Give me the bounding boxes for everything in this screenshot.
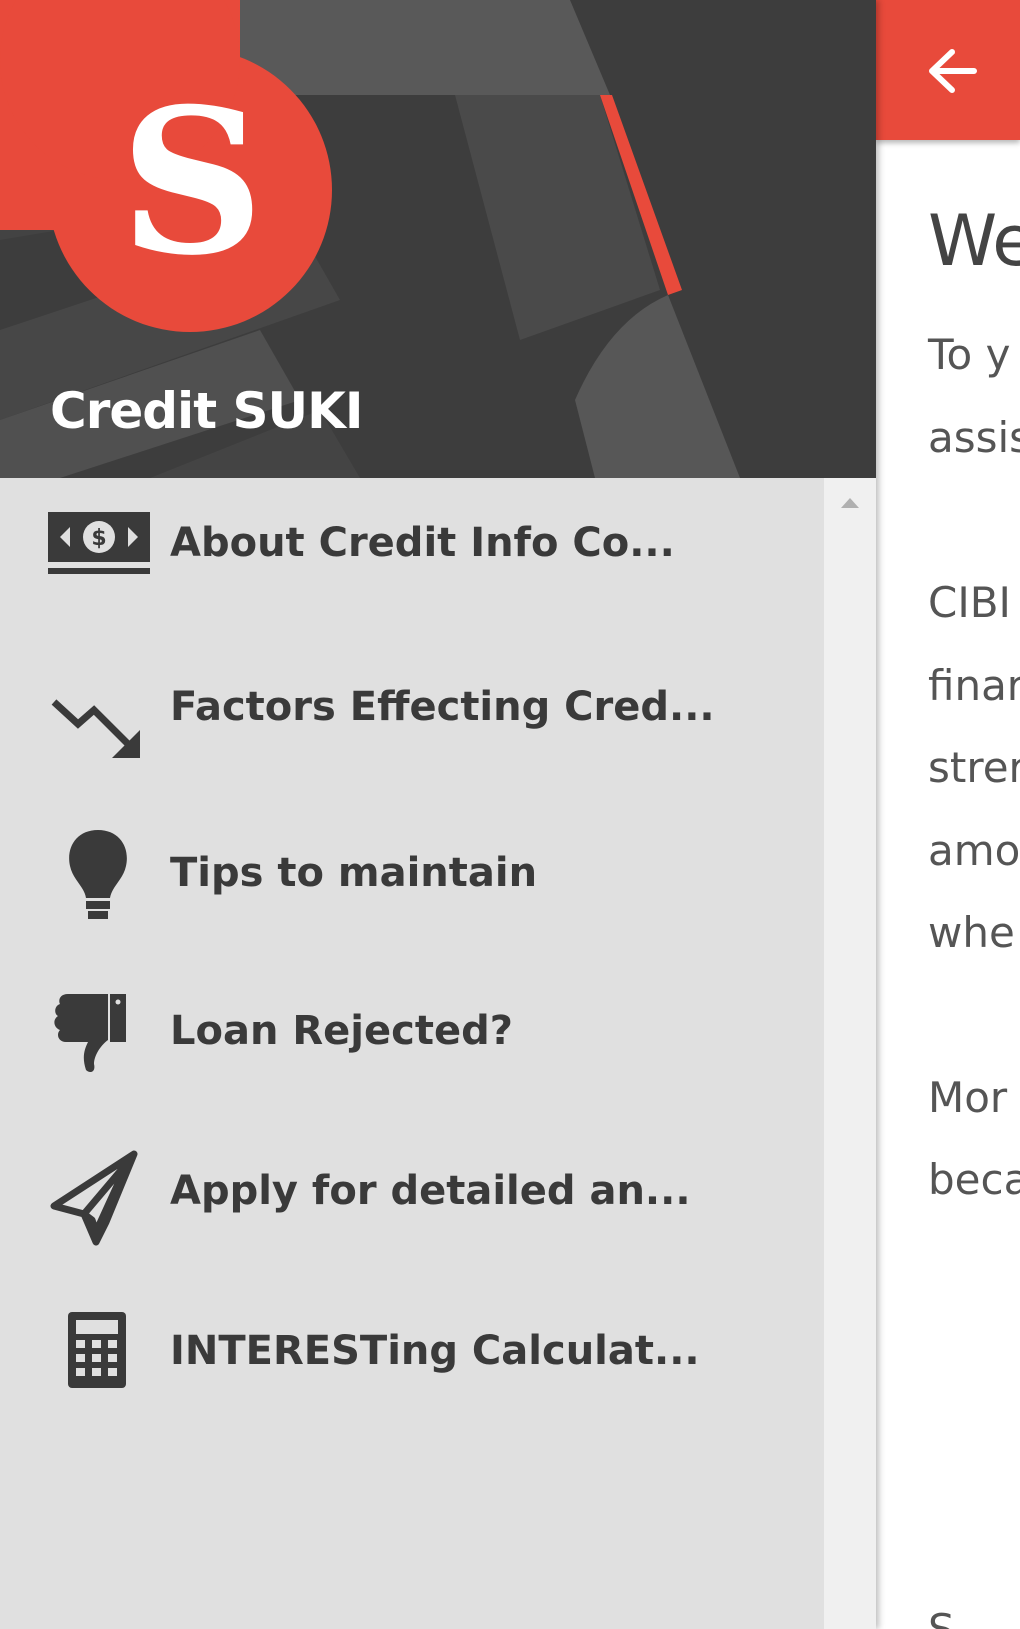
menu-item-label: Tips to maintain: [170, 850, 538, 896]
content-line: Mor: [928, 1073, 1008, 1122]
app-logo: S: [0, 0, 332, 332]
main-content: We To y assis CIBI finar strer amo whe M…: [876, 0, 1020, 1629]
content-line: CIBI: [928, 578, 1011, 627]
scroll-up-arrow-icon[interactable]: [840, 496, 860, 510]
svg-text:$: $: [91, 526, 106, 551]
calculator-icon: [68, 1312, 126, 1388]
menu-item-label: Loan Rejected?: [170, 1008, 513, 1054]
svg-text:S: S: [120, 65, 264, 300]
menu-item-calculator[interactable]: INTERESTing Calculat...: [0, 1278, 824, 1428]
drawer-menu: $ About Credit Info Co... Factors Effect…: [0, 478, 824, 1629]
menu-item-label: INTERESTing Calculat...: [170, 1328, 700, 1374]
app-name: Credit SUKI: [50, 382, 363, 440]
app-bar: [876, 0, 1020, 140]
menu-item-label: About Credit Info Co...: [170, 520, 675, 566]
menu-item-tips[interactable]: Tips to maintain: [0, 788, 824, 938]
content-line: strer: [928, 743, 1020, 792]
menu-item-apply[interactable]: Apply for detailed an...: [0, 1118, 824, 1268]
menu-item-label: Apply for detailed an...: [170, 1168, 691, 1214]
content-line: assis: [928, 413, 1020, 462]
content-line: finar: [928, 661, 1020, 710]
content-line: beca: [928, 1155, 1020, 1204]
back-arrow-icon[interactable]: [922, 42, 980, 100]
paper-plane-icon: [50, 1150, 138, 1246]
content-line: S: [928, 1605, 955, 1629]
content-line: amo: [928, 826, 1020, 875]
content-line: whe: [928, 908, 1015, 957]
content-title: We: [928, 200, 1020, 282]
trending-down-icon: [51, 699, 140, 758]
content-line: To y: [928, 330, 1011, 379]
menu-item-about-credit-info[interactable]: $ About Credit Info Co...: [0, 478, 824, 628]
drawer-header: S Credit SUKI: [0, 0, 876, 478]
drawer-scrollbar[interactable]: [824, 478, 876, 1629]
thumbs-down-icon: [54, 994, 126, 1072]
money-bill-icon: $: [48, 512, 150, 574]
menu-item-factors[interactable]: Factors Effecting Cred...: [0, 628, 824, 778]
menu-item-label: Factors Effecting Cred...: [170, 684, 715, 730]
navigation-drawer: S Credit SUKI $ About Credit Info Co... …: [0, 0, 876, 1629]
menu-item-loan-rejected[interactable]: Loan Rejected?: [0, 948, 824, 1098]
lightbulb-icon: [69, 830, 127, 919]
